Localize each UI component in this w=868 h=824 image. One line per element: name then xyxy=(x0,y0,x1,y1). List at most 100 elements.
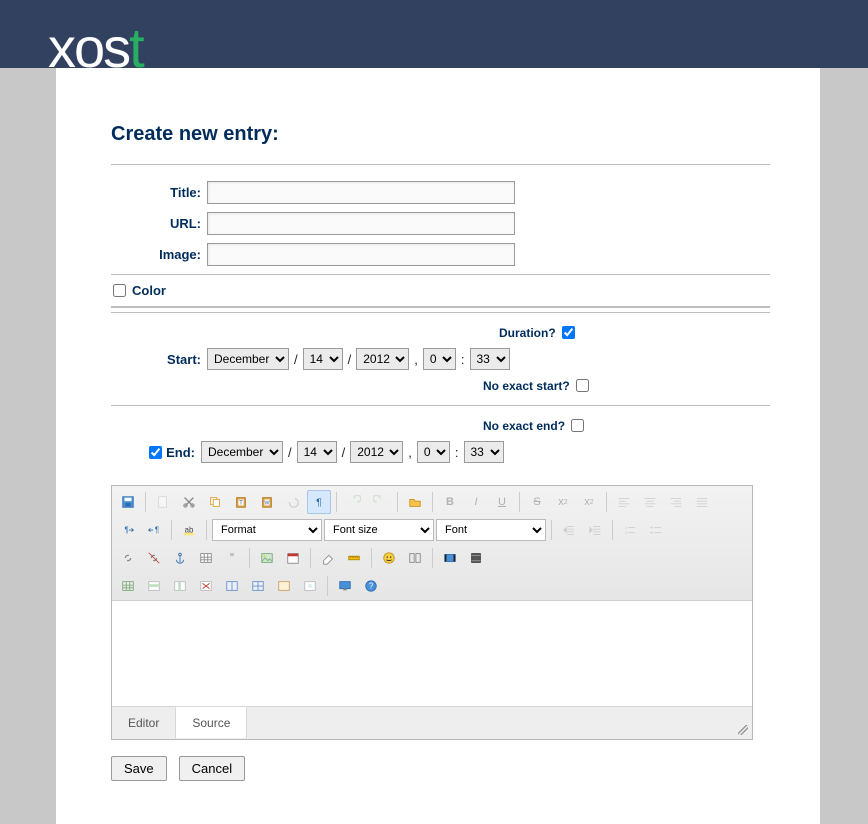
indent-icon[interactable] xyxy=(557,518,581,542)
svg-text:¶: ¶ xyxy=(155,526,159,535)
undo-icon[interactable] xyxy=(281,490,305,514)
svg-text:W: W xyxy=(265,501,270,507)
table-row-icon[interactable] xyxy=(142,574,166,598)
start-min-select[interactable]: 33 xyxy=(470,348,510,370)
strike-icon[interactable]: S xyxy=(525,490,549,514)
image-icon[interactable] xyxy=(255,546,279,570)
eraser-icon[interactable] xyxy=(316,546,340,570)
outdent-icon[interactable] xyxy=(583,518,607,542)
save-button[interactable]: Save xyxy=(111,756,167,781)
end-hour-select[interactable]: 0 xyxy=(417,441,450,463)
editor-toolbar: T W ¶ B I U S x2 x2 xyxy=(112,486,752,601)
ruler-icon[interactable] xyxy=(342,546,366,570)
fontsize-select[interactable]: Font size xyxy=(324,519,434,541)
svg-text:“: “ xyxy=(230,551,234,565)
table-props-icon[interactable] xyxy=(272,574,296,598)
bold-icon[interactable]: B xyxy=(438,490,462,514)
duration-checkbox[interactable] xyxy=(562,326,575,339)
sep-comma: , xyxy=(414,352,418,367)
table-del-icon[interactable] xyxy=(194,574,218,598)
undo2-icon[interactable] xyxy=(342,490,366,514)
sep-slash: / xyxy=(288,445,292,460)
image-label: Image: xyxy=(111,247,207,262)
table-cell-icon[interactable] xyxy=(298,574,322,598)
calendar-icon[interactable] xyxy=(281,546,305,570)
start-day-select[interactable]: 14 xyxy=(303,348,343,370)
movie-icon[interactable] xyxy=(438,546,462,570)
anchor-icon[interactable] xyxy=(168,546,192,570)
pilcrow-icon[interactable]: ¶ xyxy=(307,490,331,514)
color-label: Color xyxy=(132,283,166,298)
monitor-icon[interactable] xyxy=(333,574,357,598)
format-select[interactable]: Format xyxy=(212,519,322,541)
smiley-icon[interactable] xyxy=(377,546,401,570)
table-insert-icon[interactable] xyxy=(194,546,218,570)
superscript-icon[interactable]: x2 xyxy=(577,490,601,514)
film-icon[interactable] xyxy=(464,546,488,570)
start-label: Start: xyxy=(111,352,207,367)
end-checkbox[interactable] xyxy=(149,446,162,459)
url-label: URL: xyxy=(111,216,207,231)
tab-source[interactable]: Source xyxy=(175,707,247,738)
svg-text:1: 1 xyxy=(625,525,628,530)
align-justify-icon[interactable] xyxy=(690,490,714,514)
svg-text:¶: ¶ xyxy=(125,526,129,535)
align-left-icon[interactable] xyxy=(612,490,636,514)
italic-icon[interactable]: I xyxy=(464,490,488,514)
svg-text:ab: ab xyxy=(185,526,194,535)
svg-text:?: ? xyxy=(369,582,374,591)
header-banner: xost xyxy=(0,0,868,68)
paste-word-icon[interactable]: W xyxy=(255,490,279,514)
paste-icon[interactable]: T xyxy=(229,490,253,514)
sep-slash: / xyxy=(294,352,298,367)
start-month-select[interactable]: December xyxy=(207,348,289,370)
subscript-icon[interactable]: x2 xyxy=(551,490,575,514)
highlight-icon[interactable]: ab xyxy=(177,518,201,542)
help-icon[interactable]: ? xyxy=(359,574,383,598)
start-year-select[interactable]: 2012 xyxy=(356,348,409,370)
cut-icon[interactable] xyxy=(177,490,201,514)
save-icon[interactable] xyxy=(116,490,140,514)
sep-slash: / xyxy=(348,352,352,367)
align-center-icon[interactable] xyxy=(638,490,662,514)
rtl-icon[interactable]: ¶ xyxy=(142,518,166,542)
no-exact-start-checkbox[interactable] xyxy=(576,379,589,392)
table-icon[interactable] xyxy=(116,574,140,598)
ul-icon[interactable] xyxy=(644,518,668,542)
title-input[interactable] xyxy=(207,181,515,204)
image-input[interactable] xyxy=(207,243,515,266)
cancel-button[interactable]: Cancel xyxy=(179,756,245,781)
table-split-icon[interactable] xyxy=(246,574,270,598)
table-col-icon[interactable] xyxy=(168,574,192,598)
color-checkbox[interactable] xyxy=(113,284,126,297)
end-year-select[interactable]: 2012 xyxy=(350,441,403,463)
ltr-icon[interactable]: ¶ xyxy=(116,518,140,542)
page-title: Create new entry: xyxy=(111,123,770,146)
end-month-select[interactable]: December xyxy=(201,441,283,463)
layout-icon[interactable] xyxy=(403,546,427,570)
redo-icon[interactable] xyxy=(368,490,392,514)
link-icon[interactable] xyxy=(116,546,140,570)
url-input[interactable] xyxy=(207,212,515,235)
start-hour-select[interactable]: 0 xyxy=(423,348,456,370)
new-doc-icon[interactable] xyxy=(151,490,175,514)
tab-editor[interactable]: Editor xyxy=(112,708,175,738)
ol-icon[interactable]: 12 xyxy=(618,518,642,542)
end-day-select[interactable]: 14 xyxy=(297,441,337,463)
sep-slash: / xyxy=(342,445,346,460)
quote-icon[interactable]: “ xyxy=(220,546,244,570)
folder-icon[interactable] xyxy=(403,490,427,514)
svg-text:2: 2 xyxy=(625,530,628,535)
unlink-icon[interactable] xyxy=(142,546,166,570)
end-min-select[interactable]: 33 xyxy=(464,441,504,463)
underline-icon[interactable]: U xyxy=(490,490,514,514)
no-exact-end-checkbox[interactable] xyxy=(571,419,584,432)
font-select[interactable]: Font xyxy=(436,519,546,541)
align-right-icon[interactable] xyxy=(664,490,688,514)
resize-grip-icon[interactable] xyxy=(738,725,748,735)
sep-colon: : xyxy=(461,352,465,367)
table-merge-icon[interactable] xyxy=(220,574,244,598)
editor-body[interactable] xyxy=(112,601,752,706)
copy-icon[interactable] xyxy=(203,490,227,514)
sep-comma: , xyxy=(408,445,412,460)
